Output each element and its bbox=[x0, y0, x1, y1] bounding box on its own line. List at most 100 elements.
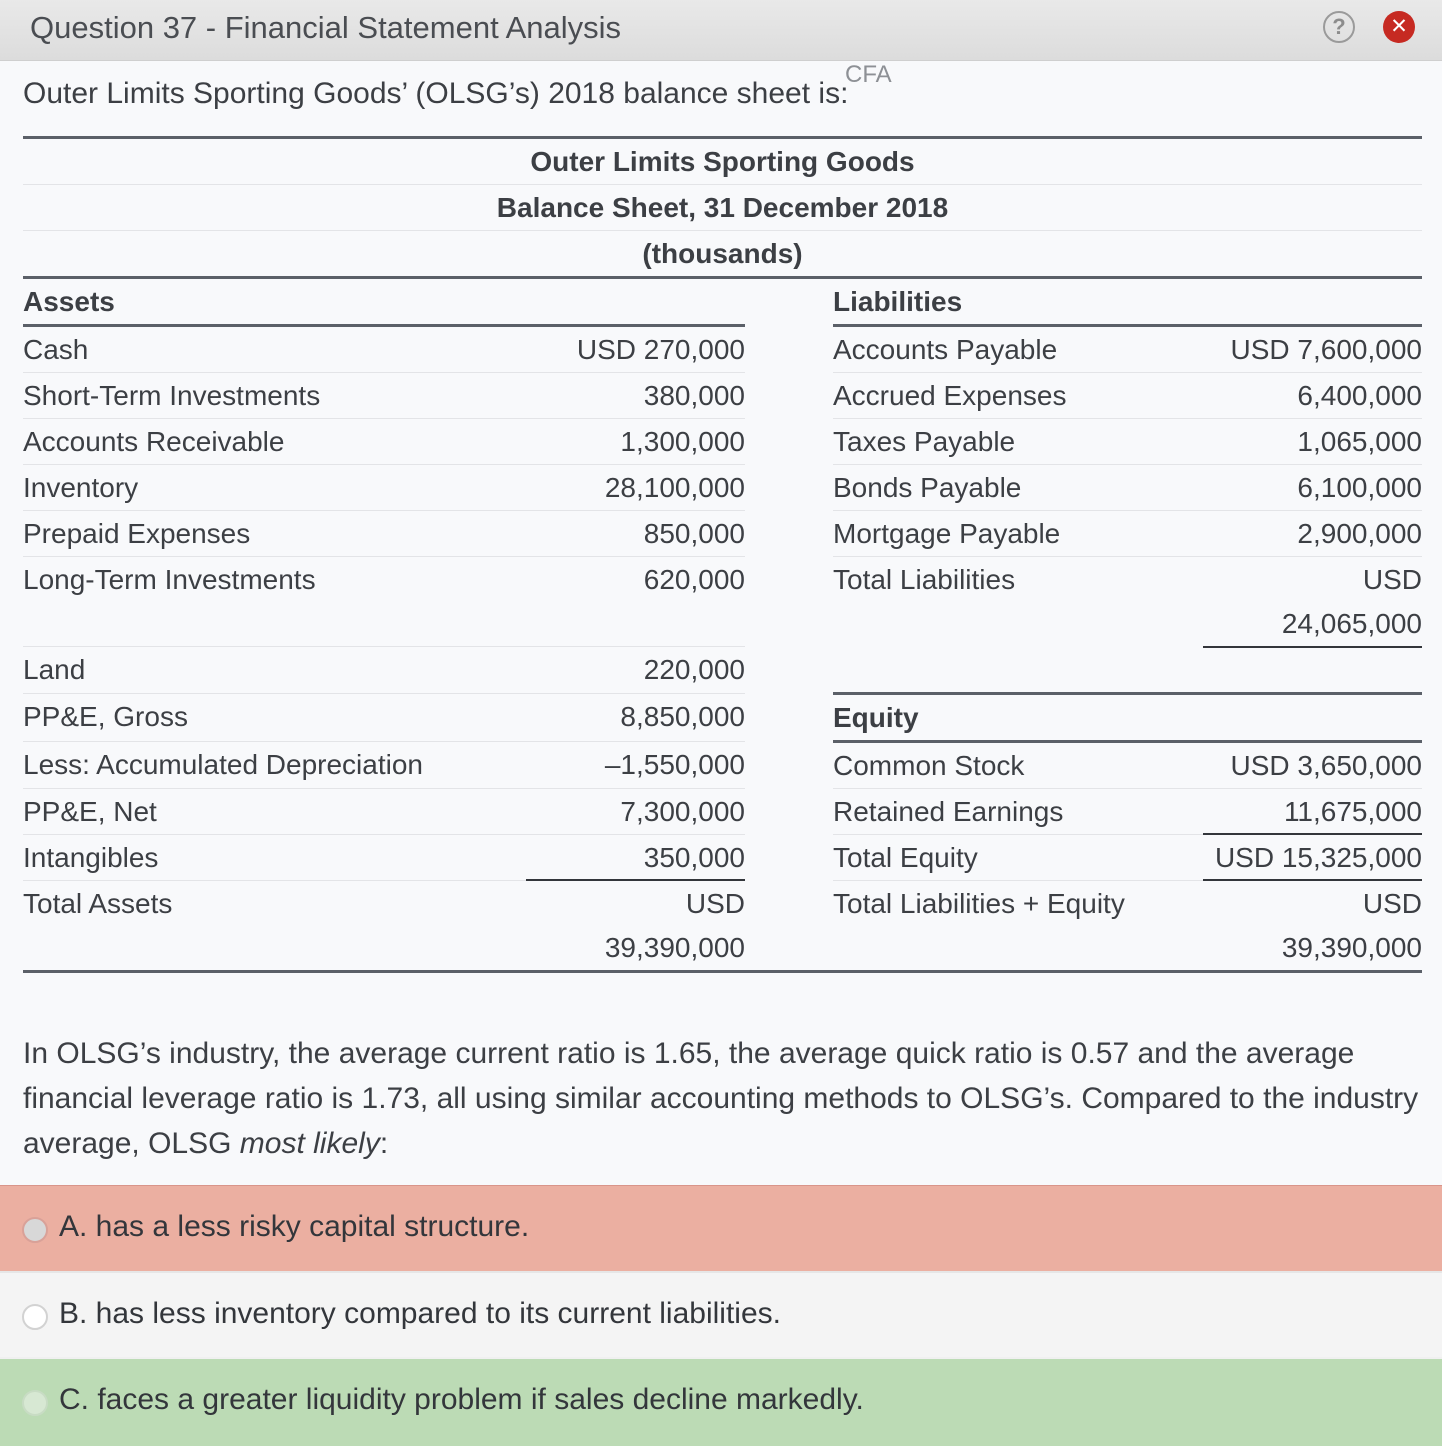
option-a-label: A. has a less risky capital structure. bbox=[59, 1210, 530, 1243]
divider bbox=[23, 693, 745, 694]
total-liabilities-value: 24,065,000 bbox=[1281, 608, 1422, 639]
asset-value: 28,100,000 bbox=[604, 472, 745, 503]
asset-value: 350,000 bbox=[643, 842, 745, 873]
balance-sheet-title: Balance Sheet, 31 December 2018 bbox=[496, 192, 949, 223]
answer-option-b[interactable]: B. has less inventory compared to its cu… bbox=[0, 1271, 1442, 1357]
asset-value: 1,300,000 bbox=[620, 426, 745, 457]
asset-label: Cash bbox=[23, 334, 89, 365]
liability-label: Mortgage Payable bbox=[833, 518, 1061, 549]
liability-value: 6,100,000 bbox=[1297, 472, 1422, 503]
total-liabilities-label: Total Liabilities bbox=[833, 564, 1016, 595]
asset-value: 380,000 bbox=[643, 380, 745, 411]
window-title: Question 37 - Financial Statement Analys… bbox=[30, 10, 622, 45]
close-icon[interactable]: ✕ bbox=[1383, 11, 1415, 43]
assets-header: Assets bbox=[23, 286, 115, 317]
equity-label: Retained Earnings bbox=[833, 796, 1064, 827]
equity-header: Equity bbox=[833, 702, 919, 733]
asset-value: 7,300,000 bbox=[620, 796, 745, 827]
divider bbox=[23, 741, 745, 742]
sum-underline bbox=[526, 879, 745, 881]
window-titlebar: Question 37 - Financial Statement Analys… bbox=[0, 0, 1442, 61]
divider bbox=[833, 464, 1422, 465]
radio-option-c[interactable] bbox=[22, 1390, 48, 1416]
asset-label: Short-Term Investments bbox=[23, 380, 321, 411]
equity-value: 11,675,000 bbox=[1283, 796, 1422, 827]
question-end: : bbox=[379, 1127, 389, 1160]
total-liabilities-currency: USD bbox=[1362, 564, 1422, 595]
divider bbox=[833, 372, 1422, 373]
total-liab-equity-currency: USD bbox=[1362, 888, 1422, 919]
radio-option-a[interactable] bbox=[22, 1217, 48, 1243]
divider bbox=[23, 464, 745, 465]
answer-option-c[interactable]: C. faces a greater liquidity problem if … bbox=[0, 1357, 1442, 1446]
asset-label: Inventory bbox=[23, 472, 139, 503]
liability-value: 6,400,000 bbox=[1297, 380, 1422, 411]
cfa-watermark: CFA bbox=[845, 61, 892, 88]
divider bbox=[23, 788, 745, 789]
divider bbox=[833, 834, 1203, 835]
liability-value: 1,065,000 bbox=[1297, 426, 1422, 457]
equity-label: Common Stock bbox=[833, 750, 1025, 781]
total-assets-label: Total Assets bbox=[23, 888, 173, 919]
divider bbox=[23, 510, 745, 511]
table-bottom-rule bbox=[23, 970, 1422, 973]
divider bbox=[833, 880, 1203, 881]
liabilities-header-rule bbox=[833, 324, 1422, 327]
total-assets-currency: USD bbox=[685, 888, 745, 919]
total-assets-value: 39,390,000 bbox=[604, 932, 745, 963]
divider bbox=[23, 372, 745, 373]
divider bbox=[833, 556, 1422, 557]
sum-underline bbox=[1203, 879, 1422, 881]
sum-underline bbox=[1203, 646, 1422, 648]
divider bbox=[23, 880, 526, 881]
equity-value: USD 3,650,000 bbox=[1230, 750, 1422, 781]
sum-underline bbox=[1203, 833, 1422, 835]
total-equity-value: USD 15,325,000 bbox=[1214, 842, 1422, 873]
asset-label: PP&E, Net bbox=[23, 796, 157, 827]
asset-value: –1,550,000 bbox=[604, 749, 745, 780]
divider bbox=[23, 556, 745, 557]
liability-value: USD 7,600,000 bbox=[1230, 334, 1422, 365]
asset-label: Intangibles bbox=[23, 842, 159, 873]
option-b-label: B. has less inventory compared to its cu… bbox=[59, 1297, 781, 1330]
asset-value: 850,000 bbox=[643, 518, 745, 549]
total-liab-equity-value: 39,390,000 bbox=[1281, 932, 1422, 963]
divider bbox=[23, 834, 745, 835]
help-icon[interactable]: ? bbox=[1323, 11, 1355, 43]
asset-label: Long-Term Investments bbox=[23, 564, 316, 595]
asset-label: PP&E, Gross bbox=[23, 701, 188, 732]
liability-label: Accrued Expenses bbox=[833, 380, 1067, 411]
question-content: Outer Limits Sporting Goods’ (OLSG’s) 20… bbox=[0, 61, 1442, 1257]
question-body: In OLSG’s industry, the average current … bbox=[23, 1037, 1419, 1160]
liability-value: 2,900,000 bbox=[1297, 518, 1422, 549]
asset-label: Prepaid Expenses bbox=[23, 518, 251, 549]
equity-top-rule bbox=[833, 692, 1422, 695]
asset-value: 220,000 bbox=[643, 654, 745, 685]
divider bbox=[833, 510, 1422, 511]
total-equity-label: Total Equity bbox=[833, 842, 978, 873]
radio-option-b[interactable] bbox=[22, 1304, 48, 1330]
header-rule bbox=[23, 276, 1422, 279]
question-emphasis: most likely bbox=[239, 1127, 380, 1160]
balance-sheet-units: (thousands) bbox=[642, 238, 803, 269]
divider bbox=[23, 646, 745, 647]
question-text: In OLSG’s industry, the average current … bbox=[23, 1031, 1423, 1166]
liability-label: Accounts Payable bbox=[833, 334, 1058, 365]
intro-text: Outer Limits Sporting Goods’ (OLSG’s) 20… bbox=[23, 77, 849, 110]
asset-value: 620,000 bbox=[643, 564, 745, 595]
asset-label: Land bbox=[23, 654, 86, 685]
divider bbox=[23, 418, 745, 419]
equity-header-rule bbox=[833, 740, 1422, 743]
liability-label: Bonds Payable bbox=[833, 472, 1022, 503]
divider bbox=[833, 418, 1422, 419]
answer-option-a[interactable]: A. has a less risky capital structure. bbox=[0, 1185, 1442, 1271]
liabilities-header: Liabilities bbox=[833, 286, 963, 317]
asset-label: Less: Accumulated Depreciation bbox=[23, 749, 423, 780]
divider bbox=[23, 230, 1422, 231]
asset-label: Accounts Receivable bbox=[23, 426, 285, 457]
total-liab-equity-label: Total Liabilities + Equity bbox=[833, 888, 1125, 919]
liability-label: Taxes Payable bbox=[833, 426, 1016, 457]
option-c-label: C. faces a greater liquidity problem if … bbox=[59, 1383, 864, 1416]
assets-header-rule bbox=[23, 324, 745, 327]
asset-value: 8,850,000 bbox=[620, 701, 745, 732]
